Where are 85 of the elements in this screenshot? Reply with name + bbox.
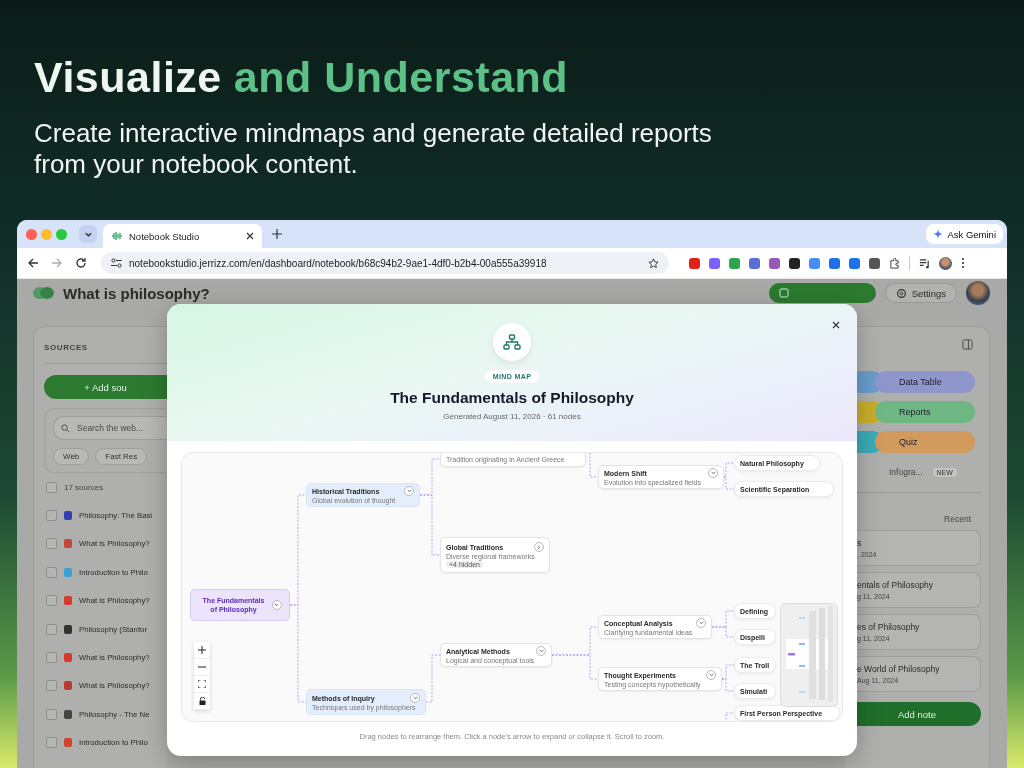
chat-bubbles-icon <box>33 286 54 300</box>
chevron-down-icon[interactable] <box>536 646 546 656</box>
tool-button[interactable]: Data Table <box>875 371 975 393</box>
checkbox[interactable] <box>46 652 57 664</box>
note-title: e World of Philosophy <box>857 664 941 674</box>
lock-button[interactable] <box>194 693 210 710</box>
minus-icon <box>198 663 206 671</box>
extension-icon[interactable] <box>869 257 880 269</box>
gear-icon <box>895 287 907 299</box>
connector-line <box>725 712 735 721</box>
note-title: entals of Philosophy <box>857 580 935 590</box>
plus-icon <box>198 646 206 654</box>
new-tab-icon[interactable] <box>272 229 282 239</box>
dialog-title: The Fundamentals of Philosophy <box>390 389 634 407</box>
corners-icon <box>198 680 206 688</box>
chevron-right-icon[interactable] <box>534 542 544 552</box>
checkbox[interactable] <box>46 538 57 550</box>
maximize-window-icon[interactable] <box>56 228 67 240</box>
collapse-panel-icon[interactable] <box>962 339 973 350</box>
headline-text: Visualize <box>34 52 222 103</box>
tab-list-button[interactable] <box>79 225 97 243</box>
chevron-down-icon[interactable] <box>271 600 282 610</box>
close-icon[interactable] <box>246 232 254 240</box>
checkbox[interactable] <box>46 623 57 635</box>
dialog-meta: Generated August 11, 2026 · 61 nodes <box>443 412 581 421</box>
browser-tab[interactable]: Notebook Studio <box>103 224 262 248</box>
site-info-icon[interactable] <box>111 258 122 268</box>
sources-count: 17 sources <box>64 482 104 492</box>
more-menu-icon[interactable] <box>961 257 965 269</box>
checkbox[interactable] <box>46 680 57 692</box>
star-icon[interactable] <box>648 257 659 269</box>
zoom-out-button[interactable] <box>194 659 210 676</box>
hierarchy-icon <box>493 323 531 361</box>
chevron-down-icon[interactable] <box>404 486 414 496</box>
connector-line <box>723 462 735 478</box>
chevron-down-icon[interactable] <box>696 618 706 628</box>
sparkle-icon <box>933 229 944 239</box>
save-button[interactable] <box>768 283 876 303</box>
hero-subtitle: Create interactive mindmaps and generate detailed reports from your notebook content. <box>34 118 713 180</box>
close-window-icon[interactable] <box>26 228 37 240</box>
zoom-in-button[interactable] <box>194 642 210 659</box>
url-text: notebookstudio.jerrizz.com/en/dashboard/notebook/b68c94b2-9ae1-4df0-b2b4-00a555a39918 <box>129 257 547 269</box>
sources-heading: SOURCES <box>44 343 89 352</box>
media-controls-icon[interactable] <box>919 257 930 269</box>
connector-line <box>723 476 735 490</box>
search-icon <box>61 423 70 433</box>
filter-chip[interactable]: Web <box>53 448 90 465</box>
note-title: es of Philosophy <box>857 622 921 632</box>
ask-gemini-button[interactable]: Ask Gemini <box>926 224 1003 244</box>
search-input[interactable]: Search the web... <box>75 422 165 434</box>
checkbox[interactable] <box>46 737 57 749</box>
connector-line <box>551 654 599 680</box>
connector-line <box>589 453 599 478</box>
tab-title: Notebook Studio <box>129 230 201 242</box>
tool-button[interactable]: Reports <box>875 401 975 423</box>
back-icon[interactable] <box>27 257 39 269</box>
headline-text: and Understand <box>233 52 569 103</box>
filter-chip[interactable]: Fast Res <box>95 448 148 465</box>
checkbox[interactable] <box>46 566 57 578</box>
chevron-down-icon[interactable] <box>410 693 420 703</box>
address-field[interactable]: notebookstudio.jerrizz.com/en/dashboard/notebook/b68c94b2-9ae1-4df0-b2b4-00a555a39918 <box>101 252 669 274</box>
sort-dropdown[interactable]: Recent <box>944 514 981 524</box>
notebook-title: What is philosophy? <box>63 284 210 302</box>
square-icon <box>778 288 789 298</box>
checkbox[interactable] <box>46 708 57 720</box>
lock-icon <box>198 697 206 705</box>
user-avatar[interactable] <box>966 281 990 305</box>
extension-icon[interactable] <box>789 257 800 269</box>
reload-icon[interactable] <box>75 257 87 269</box>
puzzle-icon[interactable] <box>889 257 900 269</box>
add-source-button[interactable]: + Add sou <box>44 375 167 399</box>
chevron-down-icon[interactable] <box>706 670 716 680</box>
connector-line <box>425 654 441 703</box>
connector-line <box>721 678 735 692</box>
search-field[interactable]: Search the web... <box>53 416 167 440</box>
checkbox[interactable] <box>46 595 57 607</box>
chevron-down-icon[interactable] <box>708 468 718 478</box>
checkbox[interactable] <box>46 481 57 493</box>
note-title: s <box>857 538 863 548</box>
forward-icon[interactable] <box>51 257 63 269</box>
profile-avatar[interactable] <box>939 256 952 270</box>
close-icon[interactable] <box>832 321 840 329</box>
checkbox[interactable] <box>46 510 57 522</box>
tool-button[interactable]: Quiz <box>875 431 975 453</box>
settings-button[interactable]: Settings <box>884 283 957 303</box>
